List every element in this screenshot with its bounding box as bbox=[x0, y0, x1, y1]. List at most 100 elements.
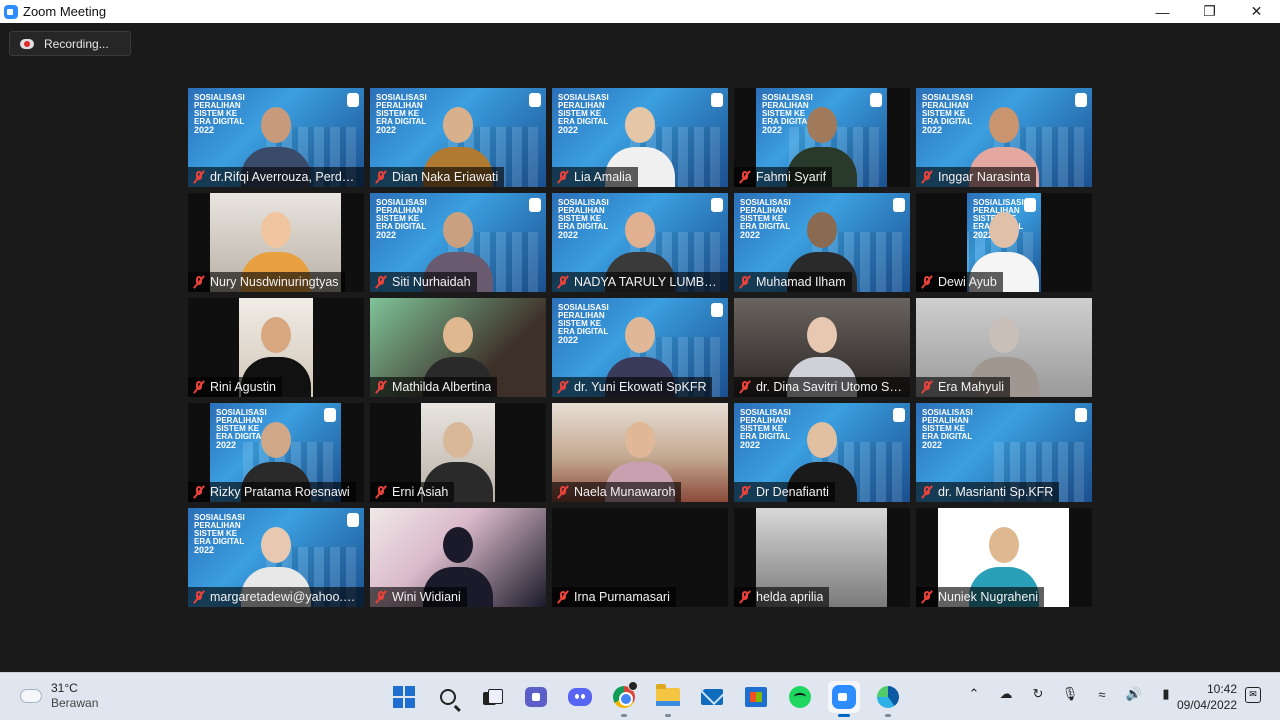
participant-tile[interactable]: SOSIALISASIPERALIHANSISTEM KEERA DIGITAL… bbox=[734, 88, 910, 187]
teams-chat-icon bbox=[525, 687, 547, 707]
participant-tile[interactable]: Erni Asiah bbox=[370, 403, 546, 502]
participant-name: dr. Masrianti Sp.KFR bbox=[938, 485, 1054, 499]
mic-muted-icon bbox=[557, 380, 569, 394]
university-seal-icon bbox=[711, 93, 723, 107]
cloudy-weather-icon bbox=[17, 684, 42, 703]
participant-tile[interactable]: SOSIALISASIPERALIHANSISTEM KEERA DIGITAL… bbox=[734, 403, 910, 502]
spotify-icon bbox=[789, 686, 811, 708]
chrome-button[interactable] bbox=[608, 681, 640, 717]
file-explorer-button[interactable] bbox=[652, 681, 684, 717]
wifi-icon[interactable]: ≈ bbox=[1093, 687, 1111, 702]
participant-name: dr. Yuni Ekowati SpKFR bbox=[574, 380, 707, 394]
taskbar-apps bbox=[382, 681, 910, 717]
zoom-button[interactable] bbox=[828, 681, 860, 717]
store-button[interactable] bbox=[740, 681, 772, 713]
participant-tile[interactable]: dr. Dina Savitri Utomo Sp... bbox=[734, 298, 910, 397]
participant-tile[interactable]: Nuniek Nugraheni bbox=[916, 508, 1092, 607]
discord-button[interactable] bbox=[564, 681, 596, 713]
participant-name: Era Mahyuli bbox=[938, 380, 1004, 394]
participant-tile[interactable]: helda aprilia bbox=[734, 508, 910, 607]
participant-tile[interactable]: SOSIALISASIPERALIHANSISTEM KEERA DIGITAL… bbox=[552, 298, 728, 397]
windows-icon bbox=[393, 686, 415, 708]
search-button[interactable] bbox=[432, 681, 464, 713]
participant-name: Nury Nusdwinuringtyas bbox=[210, 275, 339, 289]
participant-name-bar: Dr Denafianti bbox=[734, 482, 835, 502]
participant-name: Dewi Ayub bbox=[938, 275, 997, 289]
mic-muted-icon bbox=[557, 485, 569, 499]
participant-tile[interactable]: SOSIALISASIPERALIHANSISTEM KEERA DIGITAL… bbox=[916, 403, 1092, 502]
teams-chat-button[interactable] bbox=[520, 681, 552, 713]
participant-tile[interactable]: Era Mahyuli bbox=[916, 298, 1092, 397]
start-button[interactable] bbox=[388, 681, 420, 713]
minimize-button[interactable]: — bbox=[1139, 0, 1186, 23]
folder-icon bbox=[656, 684, 680, 706]
participant-tile[interactable]: Irna Purnamasari bbox=[552, 508, 728, 607]
university-seal-icon bbox=[870, 93, 882, 107]
weather-widget[interactable]: 31°C Berawan bbox=[17, 681, 99, 711]
participant-tile[interactable]: Naela Munawaroh bbox=[552, 403, 728, 502]
task-view-button[interactable] bbox=[476, 681, 508, 713]
close-button[interactable]: ✕ bbox=[1233, 0, 1280, 23]
mic-muted-icon bbox=[375, 170, 387, 184]
university-seal-icon bbox=[529, 93, 541, 107]
participant-name-bar: Mathilda Albertina bbox=[370, 377, 498, 397]
sync-icon[interactable]: ↻ bbox=[1029, 686, 1047, 702]
edge-button[interactable] bbox=[872, 681, 904, 717]
participant-name: Inggar Narasinta bbox=[938, 170, 1031, 184]
participant-tile[interactable]: SOSIALISASIPERALIHANSISTEM KEERA DIGITAL… bbox=[916, 193, 1092, 292]
participant-name-bar: Fahmi Syarif bbox=[734, 167, 833, 187]
participant-tile[interactable]: SOSIALISASIPERALIHANSISTEM KEERA DIGITAL… bbox=[370, 193, 546, 292]
clock-time: 10:42 bbox=[1206, 682, 1237, 696]
store-icon bbox=[745, 687, 767, 707]
university-seal-icon bbox=[893, 408, 905, 422]
clock[interactable]: 10:42 09/04/2022 bbox=[1170, 681, 1237, 713]
weather-description: Berawan bbox=[51, 696, 99, 710]
participant-tile[interactable]: Mathilda Albertina bbox=[370, 298, 546, 397]
participant-tile[interactable]: SOSIALISASIPERALIHANSISTEM KEERA DIGITAL… bbox=[552, 88, 728, 187]
participant-tile[interactable]: SOSIALISASIPERALIHANSISTEM KEERA DIGITAL… bbox=[370, 88, 546, 187]
participant-tile[interactable]: Wini Widiani bbox=[370, 508, 546, 607]
mic-muted-icon bbox=[193, 170, 205, 184]
participant-tile[interactable]: SOSIALISASIPERALIHANSISTEM KEERA DIGITAL… bbox=[188, 508, 364, 607]
meeting-stage: Recording... SOSIALISASI PERALIHAN SISTEM … bbox=[0, 23, 1280, 672]
participant-name: Rizky Pratama Roesnawi bbox=[210, 485, 350, 499]
recording-indicator[interactable]: Recording... bbox=[9, 31, 131, 56]
search-icon bbox=[440, 689, 456, 705]
mic-muted-icon bbox=[193, 590, 205, 604]
university-seal-icon bbox=[711, 198, 723, 212]
microphone-icon[interactable]: 🎙 bbox=[1061, 686, 1079, 702]
mic-muted-icon bbox=[557, 590, 569, 604]
notification-center-icon[interactable]: ✉ bbox=[1245, 687, 1261, 703]
participant-name: Irna Purnamasari bbox=[574, 590, 670, 604]
participant-tile[interactable]: Rini Agustin bbox=[188, 298, 364, 397]
spotify-button[interactable] bbox=[784, 681, 816, 713]
zoom-logo-icon bbox=[4, 4, 18, 19]
participant-name: Fahmi Syarif bbox=[756, 170, 827, 184]
volume-icon[interactable]: 🔊 bbox=[1125, 686, 1143, 702]
discord-icon bbox=[568, 688, 592, 706]
participant-tile[interactable]: Nury Nusdwinuringtyas bbox=[188, 193, 364, 292]
participant-name: margaretadewi@yahoo.c... bbox=[210, 590, 358, 604]
participant-name: Lia Amalia bbox=[574, 170, 632, 184]
participant-tile[interactable]: SOSIALISASIPERALIHANSISTEM KEERA DIGITAL… bbox=[734, 193, 910, 292]
mic-muted-icon bbox=[375, 590, 387, 604]
participant-name-bar: Muhamad Ilham bbox=[734, 272, 852, 292]
participant-name: Dian Naka Eriawati bbox=[392, 170, 499, 184]
university-seal-icon bbox=[529, 198, 541, 212]
record-icon bbox=[20, 38, 34, 49]
taskbar: 31°C Berawan ⌃ ☁ ↻ 🎙 ≈ 🔊 ▮ 10:42 09/04/2… bbox=[0, 672, 1280, 720]
participant-name: Muhamad Ilham bbox=[756, 275, 846, 289]
participant-tile[interactable]: SOSIALISASIPERALIHANSISTEM KEERA DIGITAL… bbox=[916, 88, 1092, 187]
participant-tile[interactable]: SOSIALISASIPERALIHANSISTEM KEERA DIGITAL… bbox=[188, 88, 364, 187]
university-seal-icon bbox=[347, 93, 359, 107]
chevron-up-icon[interactable]: ⌃ bbox=[965, 686, 983, 702]
mail-button[interactable] bbox=[696, 681, 728, 713]
maximize-button[interactable]: ❐ bbox=[1186, 0, 1233, 23]
participant-tile[interactable]: SOSIALISASIPERALIHANSISTEM KEERA DIGITAL… bbox=[188, 403, 364, 502]
mic-muted-icon bbox=[375, 380, 387, 394]
mic-muted-icon bbox=[739, 170, 751, 184]
onedrive-icon[interactable]: ☁ bbox=[997, 686, 1015, 702]
system-tray: ⌃ ☁ ↻ 🎙 ≈ 🔊 ▮ bbox=[965, 686, 1189, 702]
participant-name: Wini Widiani bbox=[392, 590, 461, 604]
participant-tile[interactable]: SOSIALISASIPERALIHANSISTEM KEERA DIGITAL… bbox=[552, 193, 728, 292]
